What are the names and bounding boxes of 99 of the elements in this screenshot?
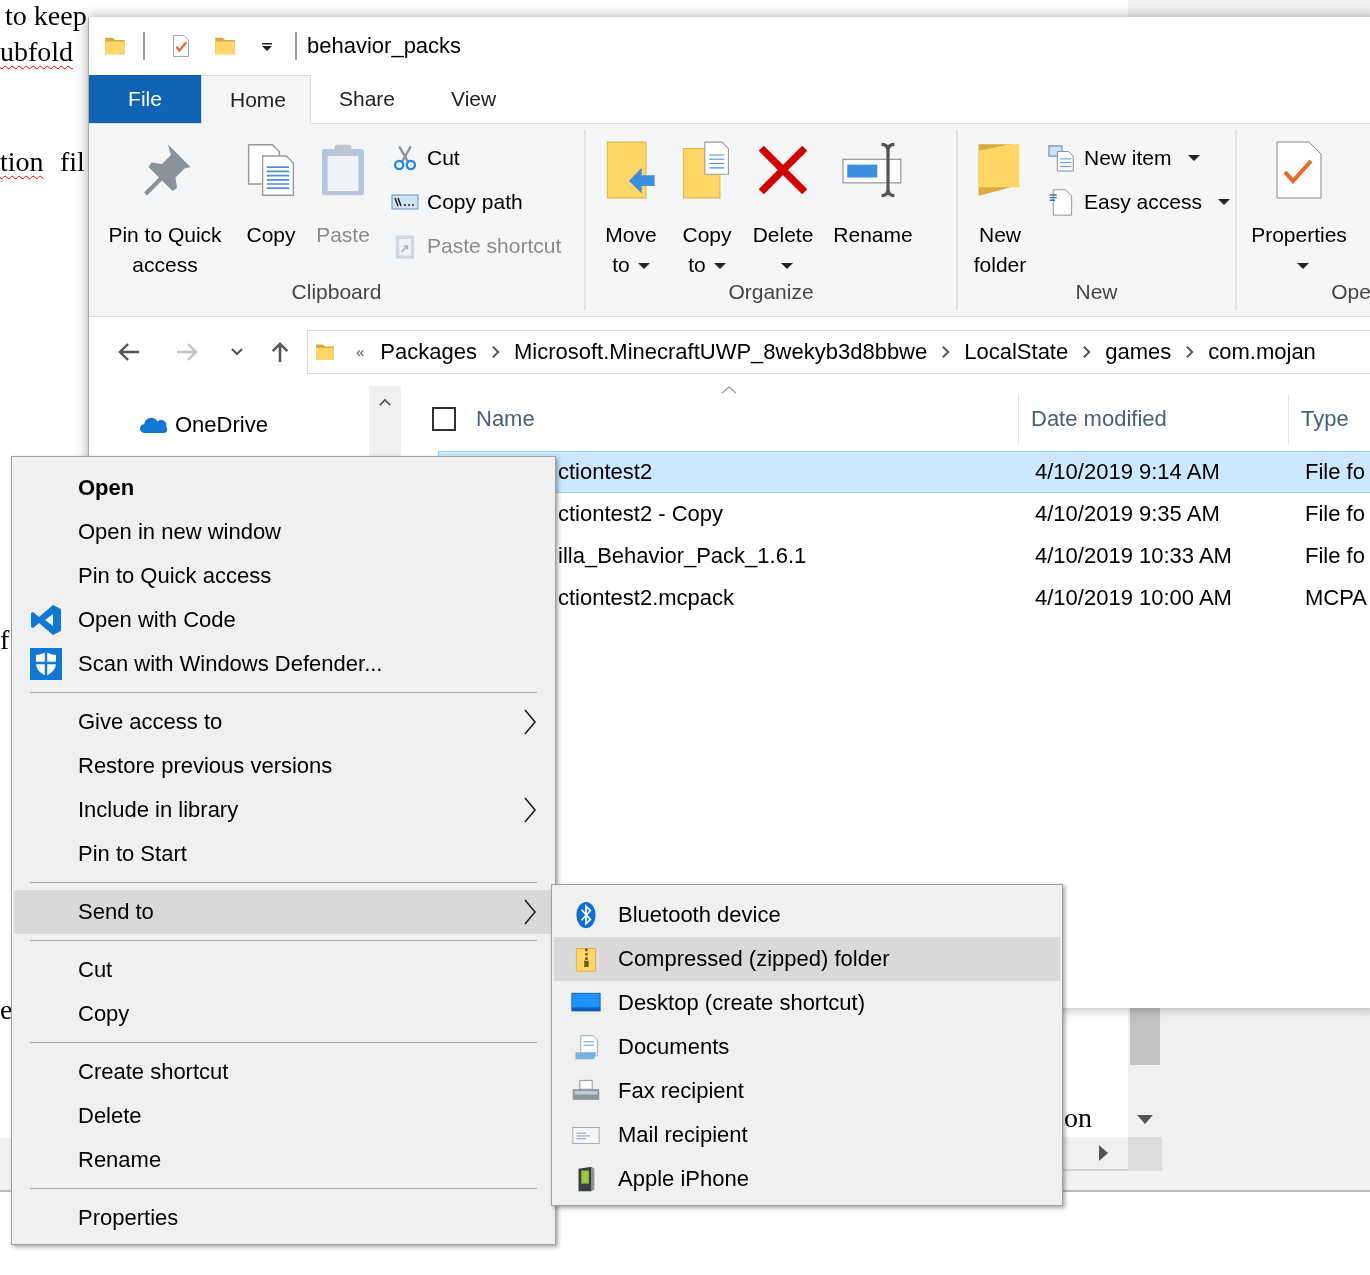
column-header[interactable]: Name	[476, 393, 1018, 444]
chevron-right-icon[interactable]	[1082, 344, 1092, 359]
file-menu-tab[interactable]: File	[89, 75, 201, 123]
document-text: f	[0, 623, 10, 657]
menu-item[interactable]: Restore previous versions	[14, 744, 553, 788]
ribbon-tab[interactable]: Home	[201, 75, 311, 124]
caret-icon	[781, 263, 793, 270]
scrollbar-corner	[1128, 1137, 1162, 1171]
document-text: tion	[0, 145, 44, 179]
menu-item[interactable]: Include in library	[14, 788, 553, 832]
document-text: ubfold	[0, 35, 74, 69]
ribbon-button[interactable]: Copy to	[674, 140, 740, 280]
menu-item[interactable]: Properties	[14, 1196, 553, 1240]
caret-icon	[713, 263, 726, 270]
date-modified: 4/10/2019 10:33 AM	[1035, 543, 1233, 569]
group-label: Organize	[727, 280, 815, 305]
file-name: illa_Behavior_Pack_1.6.1	[557, 543, 808, 569]
scroll-right-icon[interactable]	[1099, 1145, 1108, 1161]
menu-item[interactable]: Open with Code	[14, 598, 553, 642]
file-name: ctiontest2	[557, 459, 654, 485]
menu-item[interactable]: Desktop (create shortcut)	[554, 981, 1060, 1025]
menu-item[interactable]: Delete	[14, 1094, 553, 1138]
menu-item[interactable]: Mail recipient	[554, 1113, 1060, 1157]
menu-item[interactable]: Give access to	[14, 700, 553, 744]
date-modified: 4/10/2019 9:35 AM	[1035, 501, 1221, 527]
chevron-right-icon[interactable]	[1185, 344, 1195, 359]
menu-item[interactable]: Cut	[14, 948, 553, 992]
ribbon-tab[interactable]: Share	[311, 75, 424, 123]
ribbon-button[interactable]: New folder	[968, 140, 1032, 280]
menu-item[interactable]: Scan with Windows Defender...	[14, 642, 553, 686]
group-label: Ope	[1330, 280, 1370, 305]
document-text: fil	[60, 145, 85, 179]
menu-item[interactable]: Create shortcut	[14, 1050, 553, 1094]
document-text: on	[1064, 1101, 1092, 1135]
ribbon-button[interactable]: New item	[1048, 144, 1230, 172]
menu-item[interactable]: Pin to Start	[14, 832, 553, 876]
breadcrumb[interactable]: com.mojan	[1204, 338, 1320, 365]
nav-item[interactable]: OneDrive	[89, 412, 369, 438]
cloud-icon	[139, 416, 167, 434]
scroll-down-icon[interactable]	[1137, 1115, 1153, 1124]
menu-item[interactable]: Pin to Quick access	[14, 554, 553, 598]
scroll-thumb[interactable]	[1130, 1008, 1160, 1065]
chevron-right-icon[interactable]	[490, 344, 500, 359]
caret-icon	[637, 263, 650, 270]
breadcrumb[interactable]: Packages	[376, 338, 481, 365]
ribbon-button[interactable]: Rename	[826, 140, 920, 280]
menu-item[interactable]: Rename	[14, 1138, 553, 1182]
ribbon-button[interactable]: Move to	[596, 140, 666, 280]
menu-item[interactable]: Open in new window	[14, 510, 553, 554]
document-text: e	[0, 993, 13, 1027]
breadcrumb[interactable]: Microsoft.MinecraftUWP_8wekyb3d8bbwe	[509, 338, 932, 365]
caret-icon	[1217, 199, 1230, 205]
breadcrumb[interactable]: games	[1101, 338, 1176, 365]
file-name: ctiontest2 - Copy	[557, 501, 725, 527]
shield-icon	[30, 648, 62, 680]
file-type: File fo	[1305, 459, 1365, 485]
breadcrumb[interactable]: LocalState	[960, 338, 1073, 365]
date-modified: 4/10/2019 9:14 AM	[1035, 459, 1221, 485]
menu-item[interactable]: Copy	[14, 992, 553, 1036]
menu-item[interactable]: Fax recipient	[554, 1069, 1060, 1113]
ribbon-button[interactable]: Copy path	[391, 188, 562, 216]
file-type: MCPA	[1305, 585, 1367, 611]
group-label: New	[1074, 280, 1119, 305]
column-header[interactable]: Type	[1288, 393, 1349, 444]
code-editor-icon	[30, 604, 62, 636]
caret-icon	[1297, 263, 1309, 270]
file-name: ctiontest2.mcpack	[557, 585, 736, 611]
ribbon-tab[interactable]: View	[423, 75, 525, 123]
ribbon-button[interactable]: Properties	[1247, 140, 1351, 280]
ribbon-button[interactable]: Easy access	[1048, 188, 1230, 216]
date-modified: 4/10/2019 10:00 AM	[1035, 585, 1233, 611]
address-bar[interactable]: « Packages Microsoft.MinecraftUWP_8wekyb3d8bbwe LocalState games com.mojan	[307, 329, 1370, 374]
overflow-marker[interactable]: «	[356, 343, 365, 360]
chevron-right-icon	[523, 796, 537, 824]
menu-item[interactable]: Compressed (zipped) folder	[554, 937, 1060, 981]
ribbon-button[interactable]: Pin to Quick access	[99, 140, 231, 280]
column-header[interactable]: Date modified	[1018, 393, 1288, 444]
window-title: behavior_packs	[307, 33, 462, 59]
menu-item[interactable]: Documents	[554, 1025, 1060, 1069]
new-item-icon	[1048, 144, 1076, 172]
file-type: File fo	[1305, 501, 1365, 527]
ribbon-button[interactable]: Copy	[239, 140, 303, 280]
caret-icon	[1187, 155, 1200, 161]
select-all-checkbox[interactable]	[432, 406, 456, 431]
menu-item[interactable]: Bluetooth device	[554, 893, 1060, 937]
scissors-icon	[391, 144, 419, 172]
menu-item[interactable]: Apple iPhone	[554, 1157, 1060, 1201]
chevron-right-icon[interactable]	[941, 344, 951, 359]
file-type: File fo	[1305, 543, 1365, 569]
group-label: Clipboard	[290, 280, 383, 305]
up-arrow-icon[interactable]	[269, 339, 291, 364]
chevron-right-icon	[523, 708, 537, 736]
document-text: to keep	[5, 0, 87, 33]
menu-item[interactable]: Send to	[14, 890, 553, 934]
scroll-up-icon[interactable]	[378, 398, 392, 407]
ribbon-button[interactable]: Delete	[748, 140, 818, 280]
chevron-right-icon	[523, 898, 537, 926]
scrollbar[interactable]	[369, 386, 401, 456]
ribbon-button[interactable]: Cut	[391, 144, 562, 172]
